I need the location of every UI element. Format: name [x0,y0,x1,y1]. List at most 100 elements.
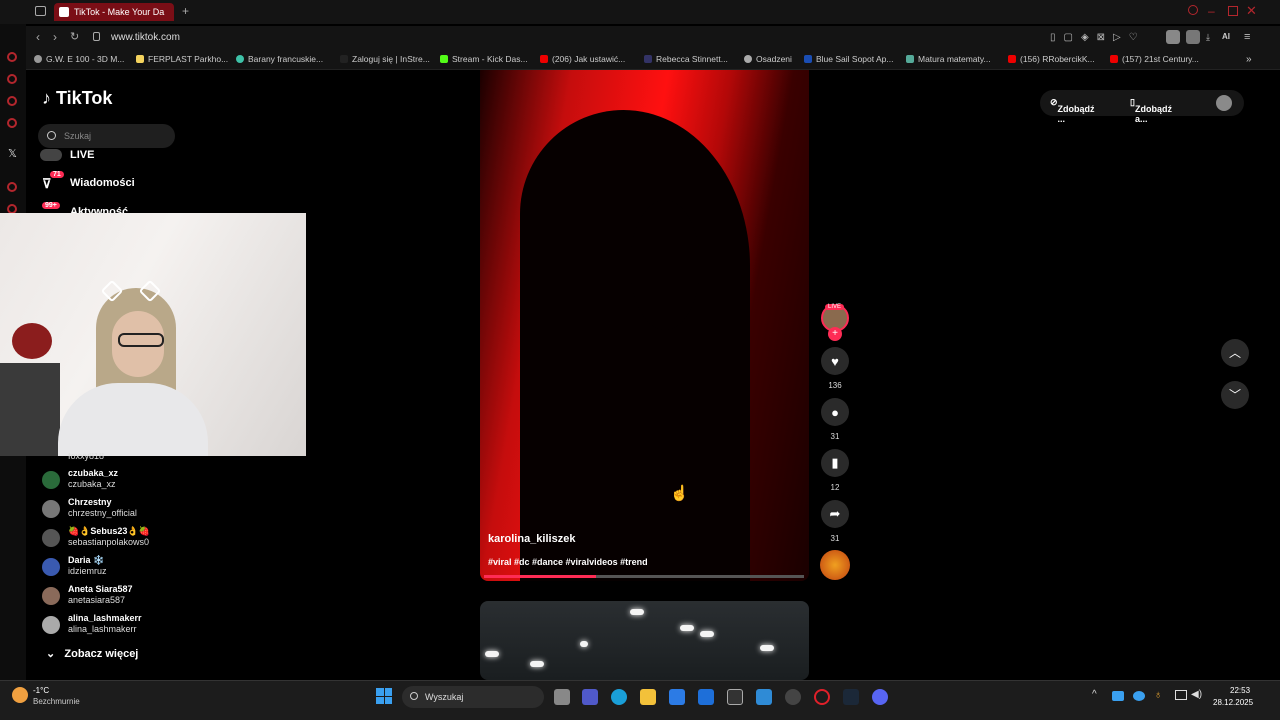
nav-messages[interactable]: ⊽ 71 Wiadomości [40,171,135,191]
comment-button[interactable]: ● 31 [821,398,849,441]
toolbar-icons[interactable]: ▯▢◈⊠▷♡ [1050,32,1146,43]
following-item[interactable]: alina_lashmakerr alina_lashmakerr [40,613,240,639]
bookmarks-more-icon[interactable]: » [1246,54,1252,65]
weather-icon[interactable] [12,687,28,703]
video-progress-fill [484,575,596,578]
like-button[interactable]: ♥ 136 [821,347,849,390]
steam-icon[interactable] [843,689,859,705]
sidebar-app-icon[interactable] [7,182,17,192]
video-progress-bar[interactable] [484,575,804,578]
video-player[interactable]: karolina_kiliszek #viral #dc #dance #vir… [480,70,809,581]
clock-date[interactable]: 28.12.2025 [1213,698,1253,707]
chrome-icon[interactable] [785,689,801,705]
follow-plus-button[interactable]: + [828,327,842,341]
task-view-icon[interactable] [554,689,570,705]
address-bar: ‹ › ↻ www.tiktok.com ▯▢◈⊠▷♡ ⤓ AI ≡ [26,26,1280,50]
forward-icon[interactable]: › [53,30,57,44]
glasses [118,333,164,347]
file-explorer-icon[interactable] [640,689,656,705]
bookmark-item[interactable]: G.W. E 100 - 3D M... [34,54,124,64]
nav-live[interactable]: LIVE [40,149,94,161]
back-icon[interactable]: ‹ [36,30,40,44]
bookmark-item[interactable]: (206) Jak ustawić... [540,54,625,64]
tray-app-icon[interactable] [1133,691,1145,701]
profile-icon[interactable] [1186,30,1200,44]
video-author[interactable]: karolina_kiliszek [488,533,575,545]
ai-button[interactable]: AI [1222,32,1230,41]
edge-icon[interactable] [611,689,627,705]
profile-avatar[interactable] [1216,95,1232,111]
mail-icon[interactable] [698,689,714,705]
following-item[interactable]: Daria ❄️ idziemruz [40,555,240,581]
bookmark-item[interactable]: Stream - Kick Das... [440,54,528,64]
following-item[interactable]: 🍓👌Sebus23👌🍓 sebastianpolakows0 [40,526,240,552]
taskbar-search[interactable]: Wyszukaj [402,686,544,708]
sidebar-app-icon[interactable] [7,74,17,84]
tab-menu-icon[interactable] [35,6,46,16]
minimize-button[interactable]: – [1208,4,1215,18]
avatar [42,558,60,576]
extension-icon[interactable] [1166,30,1180,44]
menu-icon[interactable]: ≡ [1244,31,1250,43]
following-item[interactable]: Chrzestny chrzestny_official [40,497,240,523]
next-video-preview[interactable] [480,601,809,680]
maximize-button[interactable] [1228,6,1238,16]
weather-temp[interactable]: -1°C [33,686,49,695]
like-count: 136 [828,381,842,390]
tiktok-logo[interactable]: ♪ TikTok [42,88,112,109]
store-icon[interactable] [669,689,685,705]
windows-start-icon[interactable] [376,688,392,704]
sidebar-app-icon[interactable] [7,52,17,62]
get-coins-button[interactable]: ⊘ Zdobądź ... [1050,97,1095,124]
bookmark-item[interactable]: Barany francuskie... [236,54,323,64]
new-tab-button[interactable]: + [182,4,189,18]
music-disc[interactable] [820,550,850,580]
tray-app-icon[interactable] [1112,691,1124,701]
app-icon[interactable] [727,689,743,705]
bookmark-item[interactable]: FERPLAST Parkho... [136,54,228,64]
save-button[interactable]: ▮ 12 [821,449,849,492]
bookmark-item[interactable]: Rebecca Stinnett... [644,54,728,64]
bookmark-item[interactable]: Osadzeni [744,54,792,64]
see-more-button[interactable]: ⌄ Zobacz więcej [46,647,138,660]
bookmark-item[interactable]: Matura matematy... [906,54,991,64]
next-video-button[interactable]: ﹀ [1221,381,1249,409]
teams-icon[interactable] [582,689,598,705]
search-input[interactable]: Szukaj [38,124,175,148]
following-item[interactable]: czubaka_xz czubaka_xz [40,468,240,494]
close-button[interactable]: ✕ [1246,3,1257,19]
chevron-up-icon: ︿ [1228,346,1241,360]
network-icon[interactable] [1175,690,1187,700]
bookmark-item[interactable]: Zaloguj się | InStre... [340,54,430,64]
search-icon[interactable] [1188,5,1198,15]
share-button[interactable]: ➦ 31 [821,500,849,543]
following-item[interactable]: Aneta Siara587 anetasiara587 [40,584,240,610]
tab-tiktok[interactable]: TikTok - Make Your Da [54,3,174,21]
microphone-icon[interactable]: ♁ [1154,689,1162,701]
tray-overflow-icon[interactable]: ^ [1092,689,1097,700]
sidebar-app-icon[interactable] [7,118,17,128]
bookmark-item[interactable]: (157) 21st Century... [1110,54,1199,64]
weather-desc[interactable]: Bezchmurnie [33,697,80,706]
following-item[interactable]: foxxy818 [40,453,240,463]
opera-icon[interactable] [814,689,830,705]
bookmark-item[interactable]: Blue Sail Sopot Ap... [804,54,894,64]
heart-icon: ♥ [831,353,839,369]
app-icon[interactable] [756,689,772,705]
clock-time[interactable]: 22:53 [1230,686,1250,695]
video-hashtags[interactable]: #viral #dc #dance #viralvideos #trend [488,557,648,567]
download-icon[interactable]: ⤓ [1206,32,1210,43]
previous-video-button[interactable]: ︿ [1221,339,1249,367]
reload-icon[interactable]: ↻ [70,30,79,43]
sidebar-app-icon[interactable] [7,96,17,106]
x-twitter-icon[interactable]: 𝕏 [8,147,17,160]
url-field[interactable]: www.tiktok.com [111,32,180,43]
discord-icon[interactable] [872,689,888,705]
poinsettia-plant [12,323,52,359]
bookmark-item[interactable]: (156) RRobercikK... [1008,54,1095,64]
volume-icon[interactable]: ◀) [1191,689,1202,700]
messages-badge: 71 [50,171,64,178]
bookmark-icon: ▮ [831,455,839,470]
get-app-button[interactable]: ▯ Zdobądź a... [1130,97,1172,124]
windows-taskbar: -1°C Bezchmurnie Wyszukaj ^ ♁ ◀) 22:53 2… [0,680,1280,720]
